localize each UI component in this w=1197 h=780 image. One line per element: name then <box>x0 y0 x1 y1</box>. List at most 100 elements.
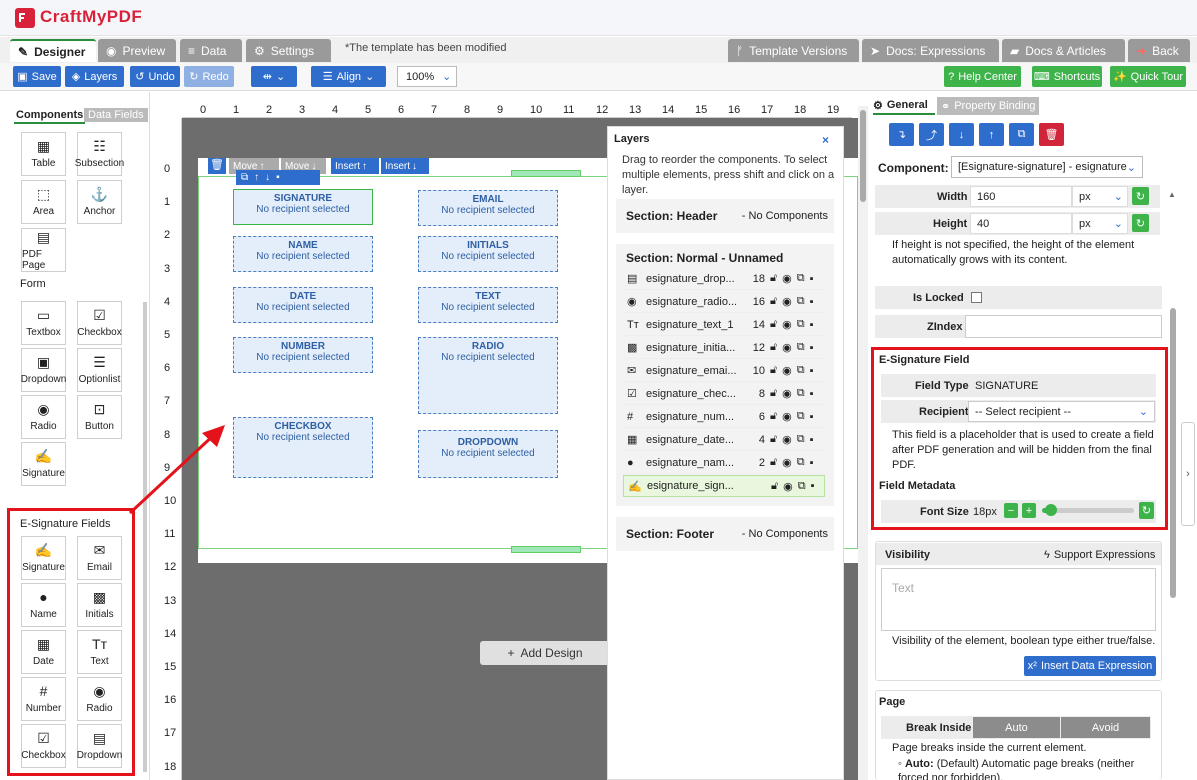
copy-icon[interactable]: ⧉ <box>797 433 805 446</box>
close-icon[interactable]: × <box>822 133 829 147</box>
section-footer[interactable]: Section: Footer - No Components <box>616 517 834 551</box>
field-name[interactable]: NAME No recipient selected <box>233 236 373 272</box>
trash-icon[interactable]: ▪ <box>810 434 814 446</box>
width-input[interactable]: 160 <box>970 186 1072 207</box>
layer-row[interactable]: ☑ esignature_chec... 8 🔓︎ ◉ ⧉ ▪ <box>623 383 825 405</box>
font-size-decrease-button[interactable]: − <box>1004 503 1018 518</box>
copy-icon[interactable]: ⧉ <box>797 387 805 400</box>
visibility-textarea[interactable]: Text <box>881 568 1156 631</box>
font-size-increase-button[interactable]: + <box>1022 503 1036 518</box>
field-number[interactable]: NUMBER No recipient selected <box>233 337 373 373</box>
trash-icon[interactable]: ▪ <box>810 411 814 423</box>
reset-width-button[interactable]: ↻ <box>1132 187 1149 205</box>
arrow-up-icon[interactable]: ↑ <box>254 172 259 183</box>
insert-above-button[interactable]: Insert ↑ <box>331 158 379 174</box>
save-button[interactable]: ▣ Save <box>13 66 61 87</box>
esig-component-initials[interactable]: ▩ Initials <box>77 583 122 627</box>
unlock-icon[interactable]: 🔓︎ <box>771 480 778 493</box>
trash-icon[interactable]: ▪ <box>276 172 280 183</box>
quick-tour-button[interactable]: ✨ Quick Tour <box>1110 66 1186 87</box>
trash-icon[interactable]: ▪ <box>810 319 814 331</box>
break-auto-option[interactable]: Auto <box>973 717 1060 738</box>
component-optionlist[interactable]: ☰ Optionlist <box>77 348 122 392</box>
tab-docs-expressions[interactable]: ➤ Docs: Expressions <box>862 39 999 62</box>
unlock-icon[interactable]: 🔓︎ <box>770 456 777 469</box>
distribute-dropdown[interactable]: ⇹ ⌄ <box>251 66 297 87</box>
unlock-icon[interactable]: 🔓︎ <box>770 295 777 308</box>
tab-settings[interactable]: ⚙ Settings <box>246 39 331 62</box>
unlock-icon[interactable]: 🔓︎ <box>770 341 777 354</box>
copy-icon[interactable]: ⧉ <box>797 295 805 308</box>
tab-docs-articles[interactable]: ▰ Docs & Articles <box>1002 39 1125 62</box>
section-resize-handle-top[interactable] <box>511 170 581 177</box>
tab-preview[interactable]: ◉ Preview <box>98 39 176 62</box>
tab-back[interactable]: ➜ Back <box>1128 39 1190 62</box>
unlock-icon[interactable]: 🔓︎ <box>770 433 777 446</box>
esig-component-text[interactable]: Tт Text <box>77 630 122 674</box>
component-select[interactable]: [Esignature-signature] - esignature ⌄ <box>951 156 1143 178</box>
eye-icon[interactable]: ◉ <box>783 480 793 493</box>
layer-row[interactable]: Tт esignature_text_1 14 🔓︎ ◉ ⧉ ▪ <box>623 314 825 336</box>
delete-section-button[interactable]: 🗑 <box>208 158 226 174</box>
eye-icon[interactable]: ◉ <box>782 318 792 331</box>
unlock-icon[interactable]: 🔓︎ <box>770 272 777 285</box>
component-area[interactable]: ⬚ Area <box>21 180 66 224</box>
section-resize-handle-bottom[interactable] <box>511 546 581 553</box>
copy-icon[interactable]: ⧉ <box>798 480 806 493</box>
eye-icon[interactable]: ◉ <box>782 410 792 423</box>
component-signature[interactable]: ✍ Signature <box>21 442 66 486</box>
trash-icon[interactable]: ▪ <box>810 365 814 377</box>
scroll-up-icon[interactable]: ▲ <box>1168 190 1176 199</box>
zoom-select[interactable]: 100% ⌄ <box>397 66 457 87</box>
eye-icon[interactable]: ◉ <box>782 433 792 446</box>
canvas-scrollbar[interactable] <box>860 110 866 202</box>
zindex-input[interactable] <box>965 315 1162 338</box>
trash-icon[interactable]: ▪ <box>810 296 814 308</box>
layer-row[interactable]: ▩ esignature_initia... 12 🔓︎ ◉ ⧉ ▪ <box>623 337 825 359</box>
component-anchor[interactable]: ⚓ Anchor <box>77 180 122 224</box>
layer-row[interactable]: ✉ esignature_emai... 10 🔓︎ ◉ ⧉ ▪ <box>623 360 825 382</box>
tab-designer[interactable]: ✎ Designer <box>10 39 96 62</box>
trash-icon[interactable]: ▪ <box>810 388 814 400</box>
component-textbox[interactable]: ▭ Textbox <box>21 301 66 345</box>
field-radio[interactable]: RADIO No recipient selected <box>418 337 558 414</box>
component-button[interactable]: ⊡ Button <box>77 395 122 439</box>
copy-icon[interactable]: ⧉ <box>797 410 805 423</box>
tab-components[interactable]: Components <box>14 108 86 124</box>
component-subsection[interactable]: ☷ Subsection <box>75 132 124 176</box>
move-to-front-button[interactable]: ↴ <box>889 123 914 146</box>
help-center-button[interactable]: ? Help Center <box>944 66 1021 87</box>
copy-icon[interactable]: ⧉ <box>241 172 248 183</box>
eye-icon[interactable]: ◉ <box>782 456 792 469</box>
recipient-select[interactable]: -- Select recipient -- ⌄ <box>968 401 1155 422</box>
component-table[interactable]: ▦ Table <box>21 132 66 176</box>
collapse-panel-button[interactable]: › <box>1181 422 1195 526</box>
layer-row[interactable]: # esignature_num... 6 🔓︎ ◉ ⧉ ▪ <box>623 406 825 428</box>
properties-scrollbar[interactable] <box>1170 308 1176 598</box>
align-dropdown[interactable]: ☰ Align ⌄ <box>311 66 386 87</box>
field-signature[interactable]: SIGNATURE No recipient selected <box>233 189 373 225</box>
layers-button[interactable]: ◈ Layers <box>65 66 124 87</box>
eye-icon[interactable]: ◉ <box>782 364 792 377</box>
field-checkbox[interactable]: CHECKBOX No recipient selected <box>233 417 373 478</box>
left-scrollbar[interactable] <box>143 302 147 772</box>
unlock-icon[interactable]: 🔓︎ <box>770 364 777 377</box>
height-unit-select[interactable]: px ⌄ <box>1072 213 1128 234</box>
width-unit-select[interactable]: px ⌄ <box>1072 186 1128 207</box>
section-header[interactable]: Section: Header - No Components <box>616 199 834 233</box>
esig-component-email[interactable]: ✉ Email <box>77 536 122 580</box>
field-initials[interactable]: INITIALS No recipient selected <box>418 236 558 272</box>
redo-button[interactable]: ↻ Redo <box>184 66 234 87</box>
trash-icon[interactable]: ▪ <box>810 273 814 285</box>
eye-icon[interactable]: ◉ <box>782 387 792 400</box>
field-dropdown[interactable]: DROPDOWN No recipient selected <box>418 430 558 478</box>
insert-data-expression-button[interactable]: x² Insert Data Expression <box>1024 656 1156 676</box>
layer-row[interactable]: ◉ esignature_radio... 16 🔓︎ ◉ ⧉ ▪ <box>623 291 825 313</box>
layer-row[interactable]: ▦ esignature_date... 4 🔓︎ ◉ ⧉ ▪ <box>623 429 825 451</box>
eye-icon[interactable]: ◉ <box>782 295 792 308</box>
component-pdf-page[interactable]: ▤ PDF Page <box>21 228 66 272</box>
component-dropdown[interactable]: ▣ Dropdown <box>21 348 66 392</box>
unlock-icon[interactable]: 🔓︎ <box>770 410 777 423</box>
move-up-button-props[interactable]: ↑ <box>979 123 1004 146</box>
delete-button[interactable]: 🗑 <box>1039 123 1064 146</box>
